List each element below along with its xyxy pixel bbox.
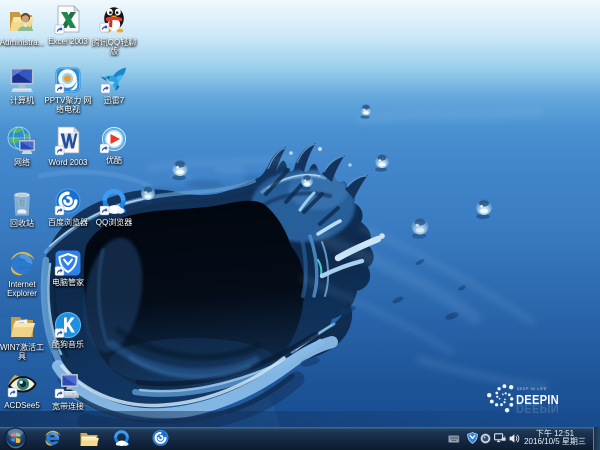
svg-text:DEEPIN: DEEPIN [516, 401, 559, 416]
svg-text:DEEP IN LIFE: DEEP IN LIFE [517, 387, 547, 391]
